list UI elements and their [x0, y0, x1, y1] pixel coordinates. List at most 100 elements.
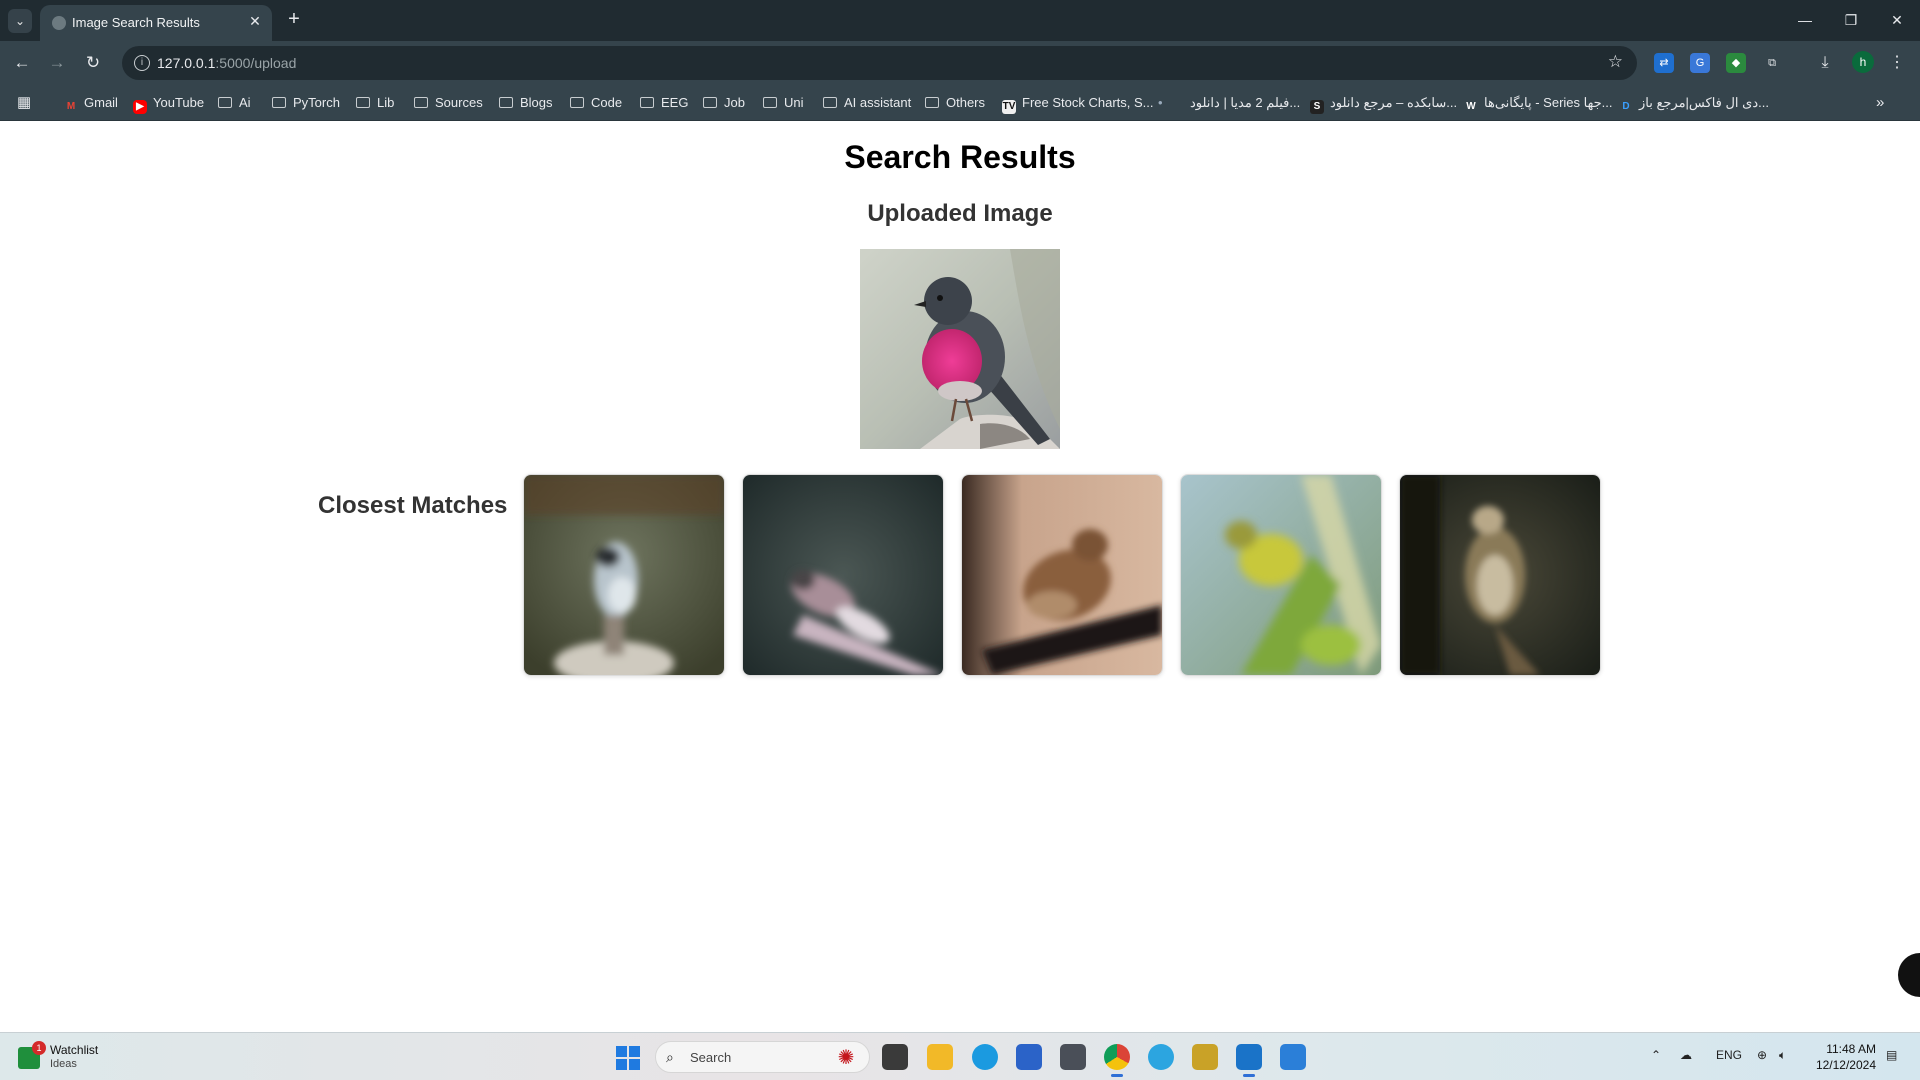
extension-icon[interactable]: ◆ — [1726, 53, 1746, 73]
folder-icon — [356, 97, 370, 108]
search-icon: ⌕ — [666, 1049, 674, 1065]
downloads-icon[interactable]: ⤓ — [1815, 53, 1835, 73]
floating-action-button[interactable] — [1898, 953, 1920, 997]
folder-icon — [218, 97, 232, 108]
file-explorer-icon[interactable] — [927, 1044, 953, 1070]
search-placeholder: Search — [690, 1050, 732, 1065]
page-content: Search Results Uploaded Image Closest Ma… — [0, 121, 1920, 1032]
translate-extension-icon[interactable]: G — [1690, 53, 1710, 73]
folder-icon — [414, 97, 428, 108]
vscode-icon[interactable] — [1236, 1044, 1262, 1077]
match-image-4[interactable] — [1180, 474, 1382, 676]
bookmark-film2media[interactable]: فیلم 2 مدیا | دانلود... — [1190, 94, 1300, 112]
restore-button[interactable]: ❐ — [1828, 8, 1874, 32]
network-globe-icon[interactable]: ⊕ — [1757, 1048, 1767, 1062]
bookmark-folder-pytorch[interactable]: PyTorch — [272, 94, 340, 112]
windows-taskbar: 1 Watchlist Ideas ⌕ Search ✺ ⌃ ☁ ENG ⊕ 🔈… — [0, 1032, 1920, 1080]
chrome-icon[interactable] — [1104, 1044, 1130, 1077]
url-text: 127.0.0.1:5000/upload — [157, 55, 297, 71]
folder-icon — [823, 97, 837, 108]
bookmark-star-icon[interactable]: ☆ — [1608, 52, 1623, 72]
widget-subtitle: Ideas — [50, 1058, 77, 1070]
bookmark-folder-lib[interactable]: Lib — [356, 94, 394, 112]
widget-title: Watchlist — [50, 1043, 99, 1057]
bookmark-subkade[interactable]: S سابکده – مرجع دانلود... — [1310, 94, 1457, 114]
site-icon: W — [1466, 101, 1476, 112]
edge-browser-icon[interactable] — [972, 1044, 998, 1070]
app-icon[interactable] — [1060, 1044, 1086, 1070]
volume-icon[interactable]: 🔈︎ — [1779, 1048, 1786, 1063]
match-image-5[interactable] — [1399, 474, 1601, 676]
folder-icon — [570, 97, 584, 108]
bookmark-youtube[interactable]: ▶ YouTube — [133, 94, 204, 114]
bookmark-folder-eeg[interactable]: EEG — [640, 94, 688, 112]
new-tab-button[interactable]: + — [282, 7, 306, 31]
clock-time: 11:48 AM — [1826, 1042, 1876, 1056]
site-icon: D — [1622, 101, 1630, 112]
bookmark-dot-icon[interactable]: • — [1158, 94, 1163, 112]
apps-grid-icon[interactable]: ▦ — [17, 94, 31, 112]
uploaded-image-heading: Uploaded Image — [867, 200, 1053, 227]
browser-toolbar: ← → ↻ i 127.0.0.1:5000/upload ☆ ⇄ G ◆ ⧉ … — [0, 41, 1920, 85]
minimize-button[interactable]: — — [1782, 8, 1828, 32]
app-icon[interactable] — [1192, 1044, 1218, 1070]
start-windows-icon[interactable] — [616, 1046, 640, 1070]
back-button[interactable]: ← — [10, 51, 34, 75]
site-info-icon[interactable]: i — [134, 55, 150, 71]
match-image-2[interactable] — [742, 474, 944, 676]
app-icon[interactable] — [1280, 1044, 1306, 1070]
bookmark-folder-ai[interactable]: Ai — [218, 94, 251, 112]
folder-icon — [272, 97, 286, 108]
bookmark-folder-blogs[interactable]: Blogs — [499, 94, 553, 112]
bookmark-folder-uni[interactable]: Uni — [763, 94, 804, 112]
bookmark-folder-others[interactable]: Others — [925, 94, 985, 112]
bookmark-folder-code[interactable]: Code — [570, 94, 622, 112]
tab-close-icon[interactable]: ✕ — [246, 12, 264, 30]
notification-badge: 1 — [32, 1041, 46, 1055]
address-bar[interactable]: i 127.0.0.1:5000/upload ☆ — [122, 46, 1637, 80]
folder-icon — [763, 97, 777, 108]
tab-title: Image Search Results — [72, 15, 200, 30]
language-indicator[interactable]: ENG — [1716, 1048, 1742, 1062]
profile-avatar[interactable]: h — [1852, 51, 1874, 73]
bookmark-series[interactable]: W پایگانی‌ها - Series جها... — [1464, 94, 1612, 112]
folder-icon — [499, 97, 513, 108]
gmail-icon: M — [66, 101, 76, 112]
close-window-button[interactable]: ✕ — [1874, 8, 1920, 32]
extensions-puzzle-icon[interactable]: ⧉ — [1762, 53, 1782, 73]
show-hidden-icons-chevron-icon[interactable]: ⌃ — [1651, 1048, 1661, 1062]
onedrive-cloud-icon[interactable]: ☁ — [1680, 1048, 1692, 1062]
notifications-icon[interactable]: ▤ — [1886, 1048, 1897, 1062]
system-clock[interactable]: 11:48 AM 12/12/2024 — [1812, 1041, 1876, 1073]
telegram-icon[interactable] — [1148, 1044, 1174, 1070]
bookmarks-bar: ▦ M Gmail ▶ YouTube Ai PyTorch Lib Sources… — [0, 85, 1920, 121]
forward-button[interactable]: → — [45, 51, 69, 75]
match-image-1[interactable] — [523, 474, 725, 676]
bookmark-tradingview[interactable]: TV Free Stock Charts, S... — [1002, 94, 1154, 114]
task-view-icon[interactable] — [882, 1044, 908, 1070]
tab-search-button[interactable]: ⌄ — [8, 9, 32, 33]
bookmark-dlfox[interactable]: D دی ال فاکس|مرجع باز... — [1619, 94, 1769, 112]
menu-kebab-icon[interactable]: ⋮ — [1887, 53, 1907, 73]
clock-date: 12/12/2024 — [1815, 1058, 1876, 1072]
active-tab[interactable]: Image Search Results ✕ — [40, 5, 272, 41]
tab-favicon-icon — [52, 16, 66, 30]
uploaded-bird-image — [860, 249, 1060, 449]
more-bookmarks-chevron-icon[interactable]: » — [1876, 94, 1884, 112]
taskbar-search-box[interactable]: ⌕ Search ✺ — [655, 1041, 870, 1073]
youtube-icon: ▶ — [133, 100, 147, 114]
microsoft-store-icon[interactable] — [1016, 1044, 1042, 1070]
bookmark-folder-job[interactable]: Job — [703, 94, 745, 112]
site-icon: S — [1310, 100, 1324, 114]
watchlist-widget[interactable]: 1 Watchlist Ideas — [18, 1041, 198, 1073]
bookmark-folder-sources[interactable]: Sources — [414, 94, 483, 112]
page-title: Search Results — [844, 139, 1076, 175]
bookmark-folder-ai-assistant[interactable]: AI assistant — [823, 94, 911, 112]
bookmark-gmail[interactable]: M Gmail — [64, 94, 118, 112]
match-image-3[interactable] — [961, 474, 1163, 676]
folder-icon — [640, 97, 654, 108]
reload-button[interactable]: ↻ — [81, 51, 105, 75]
folder-icon — [925, 97, 939, 108]
tradingview-icon: TV — [1002, 100, 1016, 114]
extension-icon[interactable]: ⇄ — [1654, 53, 1674, 73]
